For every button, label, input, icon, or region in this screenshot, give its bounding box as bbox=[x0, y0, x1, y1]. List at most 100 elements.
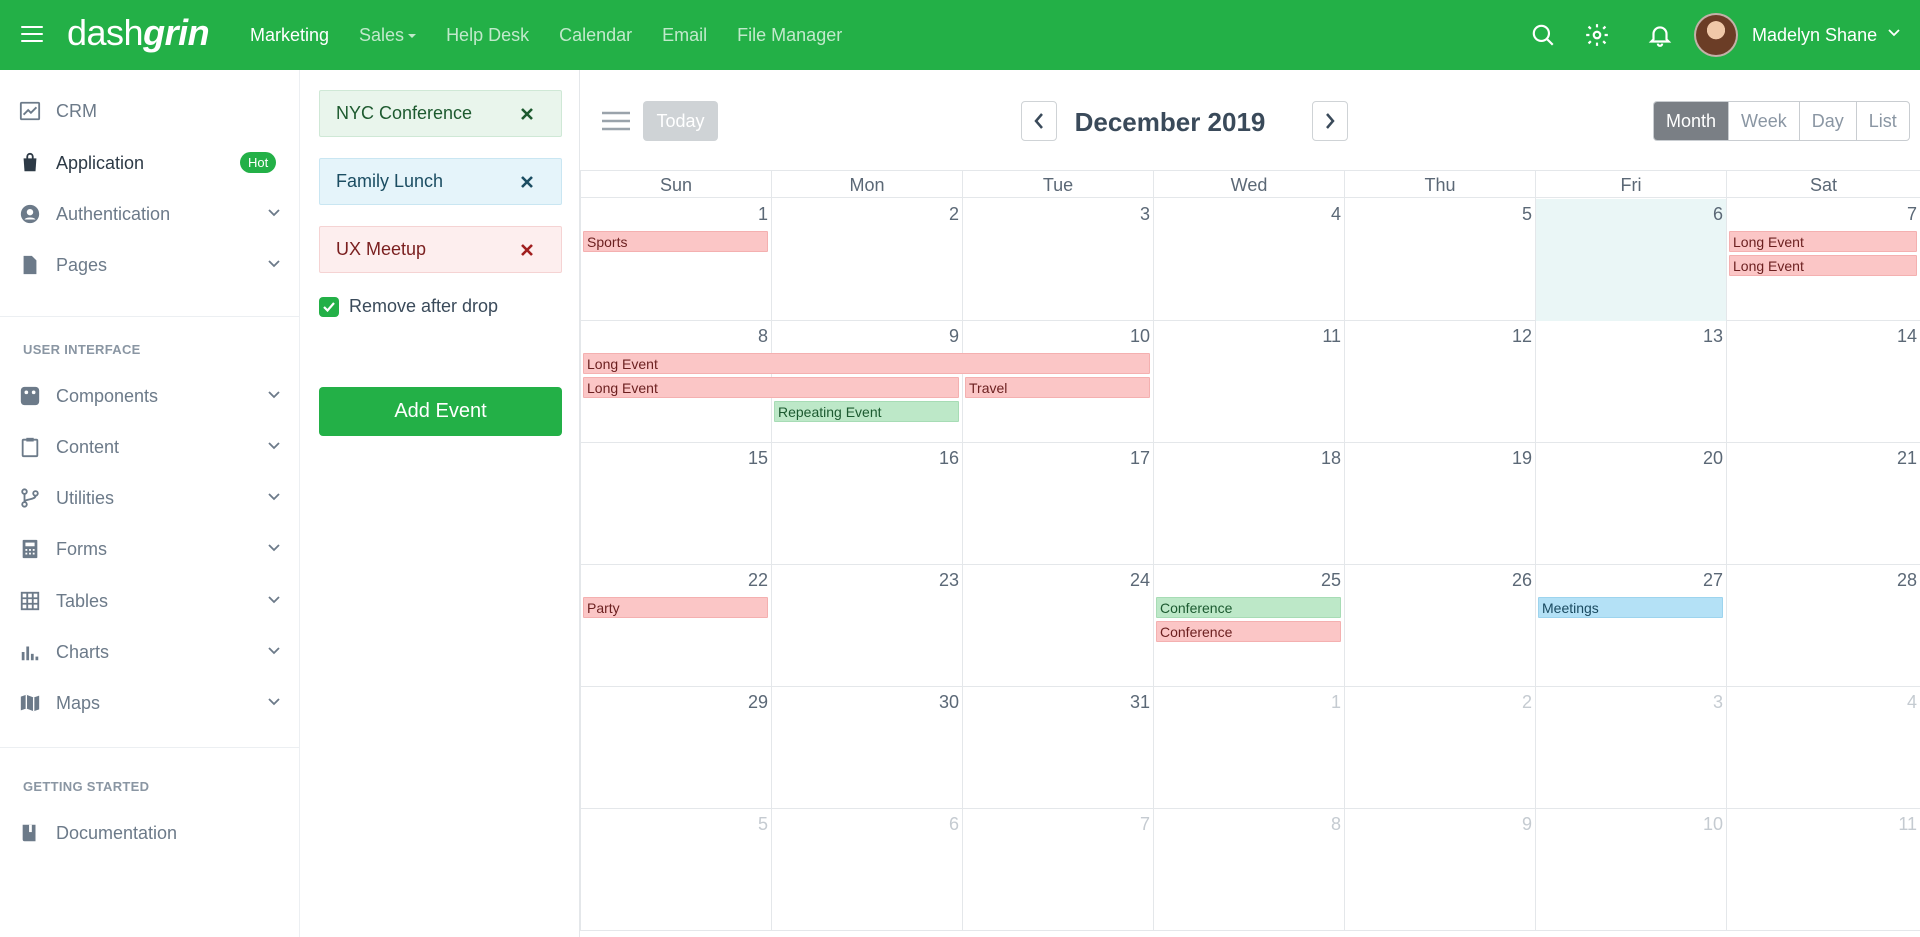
day-number[interactable]: 19 bbox=[1512, 448, 1532, 469]
calendar-day-cell[interactable]: 8 bbox=[1153, 809, 1344, 931]
day-number[interactable]: 18 bbox=[1321, 448, 1341, 469]
day-number[interactable]: 21 bbox=[1897, 448, 1917, 469]
nav-email[interactable]: Email bbox=[662, 25, 707, 46]
menu-toggle-icon[interactable] bbox=[21, 26, 43, 44]
sidebar-item-authentication[interactable]: Authentication bbox=[0, 192, 300, 236]
calendar-event[interactable]: Conference bbox=[1156, 621, 1341, 642]
sidebar-item-application[interactable]: Application Hot bbox=[0, 141, 300, 185]
calendar-day-cell[interactable]: 12 bbox=[1344, 321, 1535, 443]
day-number[interactable]: 25 bbox=[1321, 570, 1341, 591]
sidebar-item-crm[interactable]: CRM bbox=[0, 89, 300, 133]
day-number[interactable]: 4 bbox=[1907, 692, 1917, 713]
day-number[interactable]: 12 bbox=[1512, 326, 1532, 347]
day-number[interactable]: 5 bbox=[1522, 204, 1532, 225]
calendar-day-cell[interactable]: 3 bbox=[1535, 687, 1726, 809]
sidebar-item-content[interactable]: Content bbox=[0, 425, 300, 469]
calendar-day-cell[interactable]: 5 bbox=[580, 809, 771, 931]
calendar-event[interactable]: Repeating Event bbox=[774, 401, 959, 422]
calendar-event[interactable]: Long Event bbox=[583, 353, 1150, 374]
sidebar-item-charts[interactable]: Charts bbox=[0, 630, 300, 674]
checkbox-checked-icon[interactable] bbox=[319, 296, 339, 317]
nav-marketing[interactable]: Marketing bbox=[250, 25, 329, 46]
user-avatar[interactable] bbox=[1694, 13, 1738, 57]
list-menu-icon[interactable] bbox=[602, 111, 630, 131]
logo[interactable]: dashgrin bbox=[67, 12, 210, 54]
day-number[interactable]: 6 bbox=[949, 814, 959, 835]
nav-sales[interactable]: Sales bbox=[359, 25, 417, 46]
day-number[interactable]: 7 bbox=[1140, 814, 1150, 835]
calendar-day-cell[interactable]: 26 bbox=[1344, 565, 1535, 687]
calendar-day-cell[interactable]: 17 bbox=[962, 443, 1153, 565]
add-event-button[interactable]: Add Event bbox=[319, 387, 562, 436]
search-icon[interactable] bbox=[1530, 22, 1556, 48]
view-week-button[interactable]: Week bbox=[1728, 102, 1799, 140]
calendar-day-cell[interactable]: 14 bbox=[1726, 321, 1920, 443]
calendar-event[interactable]: Long Event bbox=[583, 377, 959, 398]
sidebar-item-tables[interactable]: Tables bbox=[0, 579, 300, 623]
calendar-day-cell[interactable]: 30 bbox=[771, 687, 962, 809]
calendar-day-cell[interactable]: 28 bbox=[1726, 565, 1920, 687]
day-number[interactable]: 9 bbox=[949, 326, 959, 347]
calendar-day-cell[interactable]: 16 bbox=[771, 443, 962, 565]
sidebar-item-components[interactable]: Components bbox=[0, 374, 300, 418]
calendar-day-cell[interactable]: 4 bbox=[1153, 199, 1344, 321]
day-number[interactable]: 23 bbox=[939, 570, 959, 591]
calendar-day-cell[interactable]: 10 bbox=[1535, 809, 1726, 931]
close-icon[interactable] bbox=[518, 241, 536, 259]
day-number[interactable]: 31 bbox=[1130, 692, 1150, 713]
day-number[interactable]: 11 bbox=[1322, 326, 1341, 347]
sidebar-item-documentation[interactable]: Documentation bbox=[0, 811, 300, 855]
notifications-bell-icon[interactable] bbox=[1647, 22, 1673, 48]
calendar-event[interactable]: Long Event bbox=[1729, 255, 1917, 276]
day-number[interactable]: 27 bbox=[1703, 570, 1723, 591]
calendar-day-cell[interactable]: 6 bbox=[771, 809, 962, 931]
calendar-event[interactable]: Travel bbox=[965, 377, 1150, 398]
calendar-day-cell[interactable]: 3 bbox=[962, 199, 1153, 321]
day-number[interactable]: 4 bbox=[1331, 204, 1341, 225]
remove-after-drop-checkbox[interactable]: Remove after drop bbox=[319, 296, 498, 317]
day-number[interactable]: 10 bbox=[1703, 814, 1723, 835]
calendar-day-cell[interactable]: 4 bbox=[1726, 687, 1920, 809]
nav-file-manager[interactable]: File Manager bbox=[737, 25, 842, 46]
calendar-day-cell[interactable]: 27 bbox=[1535, 565, 1726, 687]
nav-help-desk[interactable]: Help Desk bbox=[446, 25, 529, 46]
calendar-event[interactable]: Conference bbox=[1156, 597, 1341, 618]
day-number[interactable]: 28 bbox=[1897, 570, 1917, 591]
calendar-day-cell[interactable]: 20 bbox=[1535, 443, 1726, 565]
sidebar-item-pages[interactable]: Pages bbox=[0, 243, 300, 287]
calendar-event[interactable]: Party bbox=[583, 597, 768, 618]
user-name[interactable]: Madelyn Shane bbox=[1752, 25, 1877, 46]
calendar-day-cell[interactable]: 2 bbox=[771, 199, 962, 321]
day-number[interactable]: 8 bbox=[1331, 814, 1341, 835]
day-number[interactable]: 26 bbox=[1512, 570, 1532, 591]
calendar-day-cell[interactable]: 29 bbox=[580, 687, 771, 809]
calendar-day-cell[interactable]: 1 bbox=[580, 199, 771, 321]
sidebar-item-utilities[interactable]: Utilities bbox=[0, 476, 300, 520]
sidebar-item-forms[interactable]: Forms bbox=[0, 527, 300, 571]
day-number[interactable]: 11 bbox=[1898, 814, 1917, 835]
draggable-event-family-lunch[interactable]: Family Lunch bbox=[319, 158, 562, 205]
draggable-event-ux-meetup[interactable]: UX Meetup bbox=[319, 226, 562, 273]
day-number[interactable]: 10 bbox=[1130, 326, 1150, 347]
chevron-down-icon[interactable] bbox=[1888, 28, 1900, 38]
calendar-day-cell[interactable]: 22 bbox=[580, 565, 771, 687]
calendar-event[interactable]: Sports bbox=[583, 231, 768, 252]
calendar-day-cell[interactable]: 23 bbox=[771, 565, 962, 687]
draggable-event-nyc-conference[interactable]: NYC Conference bbox=[319, 90, 562, 137]
prev-month-button[interactable] bbox=[1021, 101, 1057, 141]
calendar-day-cell[interactable]: 1 bbox=[1153, 687, 1344, 809]
day-number[interactable]: 1 bbox=[758, 204, 768, 225]
close-icon[interactable] bbox=[518, 173, 536, 191]
calendar-event[interactable]: Meetings bbox=[1538, 597, 1723, 618]
nav-calendar[interactable]: Calendar bbox=[559, 25, 632, 46]
day-number[interactable]: 13 bbox=[1703, 326, 1723, 347]
calendar-day-cell[interactable]: 19 bbox=[1344, 443, 1535, 565]
today-button[interactable]: Today bbox=[643, 101, 718, 141]
day-number[interactable]: 5 bbox=[758, 814, 768, 835]
day-number[interactable]: 6 bbox=[1713, 204, 1723, 225]
day-number[interactable]: 30 bbox=[939, 692, 959, 713]
day-number[interactable]: 8 bbox=[758, 326, 768, 347]
calendar-day-cell[interactable]: 5 bbox=[1344, 199, 1535, 321]
day-number[interactable]: 3 bbox=[1713, 692, 1723, 713]
day-number[interactable]: 14 bbox=[1897, 326, 1917, 347]
